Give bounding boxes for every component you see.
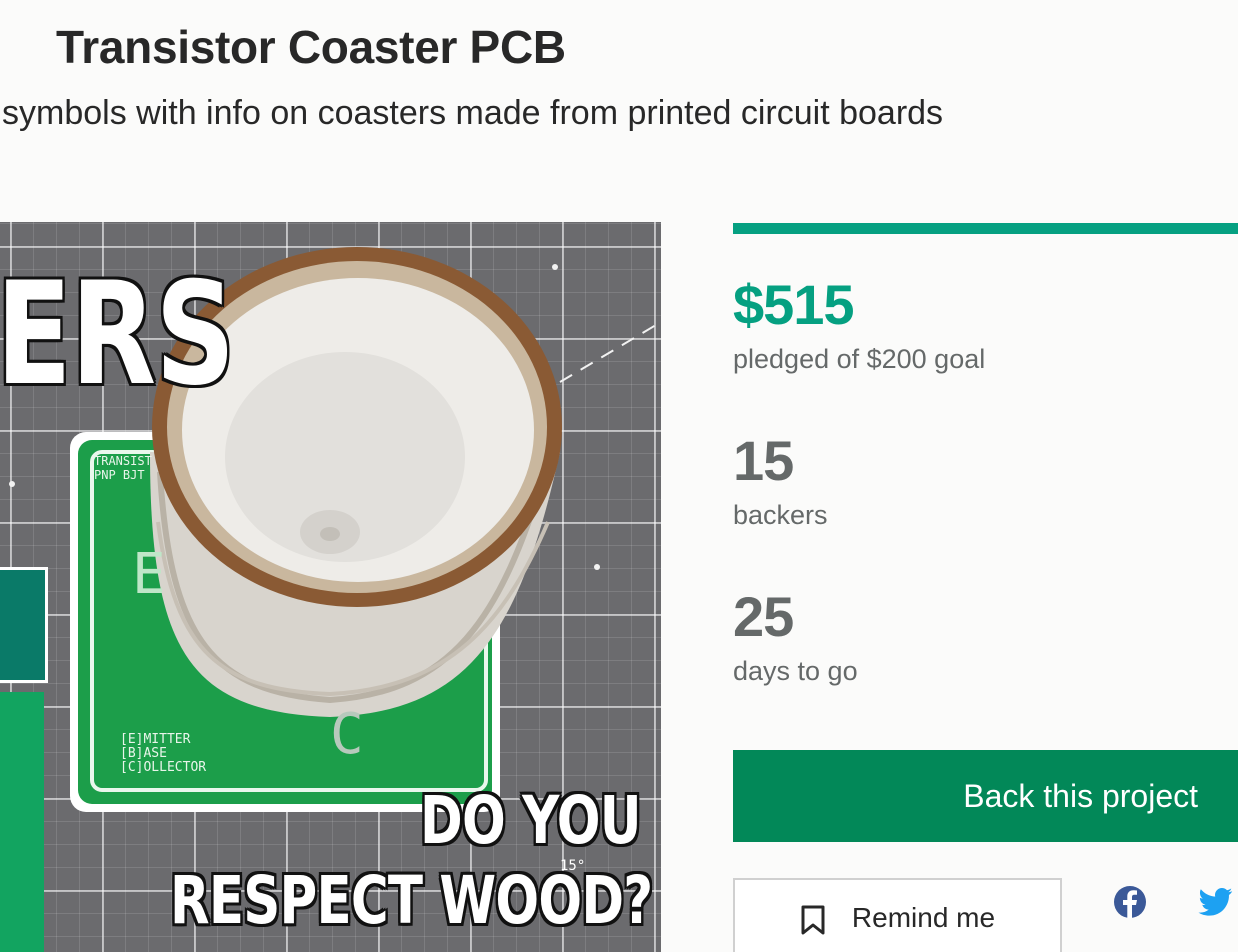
thumbnail-accent-strip <box>0 692 44 952</box>
funding-progress-bar <box>733 223 1238 234</box>
backers-label: backers <box>733 500 828 530</box>
pcb-legend-collector: [C]OLLECTOR <box>120 760 207 775</box>
project-page: Transistor Coaster PCB symbols with info… <box>0 0 1238 952</box>
facebook-icon[interactable] <box>1112 884 1148 920</box>
pledged-goal-label: pledged of $200 goal <box>733 344 986 374</box>
project-blurb: symbols with info on coasters made from … <box>2 94 944 132</box>
back-this-project-button[interactable]: Back this project <box>733 750 1238 842</box>
overlay-caption-line2: RESPECT WOOD? <box>170 862 653 939</box>
pcb-legend-emitter: [E]MITTER <box>120 732 191 747</box>
days-remaining: 25 <box>733 585 794 648</box>
pcb-header-line2: PNP BJT <box>94 468 145 482</box>
backers-count: 15 <box>733 429 794 492</box>
days-remaining-label: days to go <box>733 656 858 686</box>
overlay-caption-line1: DO YOU <box>420 782 642 859</box>
project-hero-media[interactable]: TRANSIST PNP BJT E C [E]MITTER [B]ASE [C… <box>0 222 661 952</box>
pcb-header-line1: TRANSIST <box>94 454 152 468</box>
remind-me-button[interactable]: Remind me <box>733 878 1062 952</box>
pcb-collector-letter: C <box>330 702 364 767</box>
project-title: Transistor Coaster PCB <box>56 21 566 73</box>
remind-me-label: Remind me <box>851 902 996 933</box>
funding-progress-fill <box>733 223 1238 234</box>
thumbnail-accent-block <box>0 567 48 683</box>
bookmark-icon <box>801 905 825 935</box>
overlay-caption-top: ERS <box>0 252 235 417</box>
pcb-legend-base: [B]ASE <box>120 746 167 761</box>
pledged-amount: $515 <box>733 273 855 336</box>
twitter-icon[interactable] <box>1198 884 1234 920</box>
pcb-emitter-letter: E <box>132 542 166 607</box>
